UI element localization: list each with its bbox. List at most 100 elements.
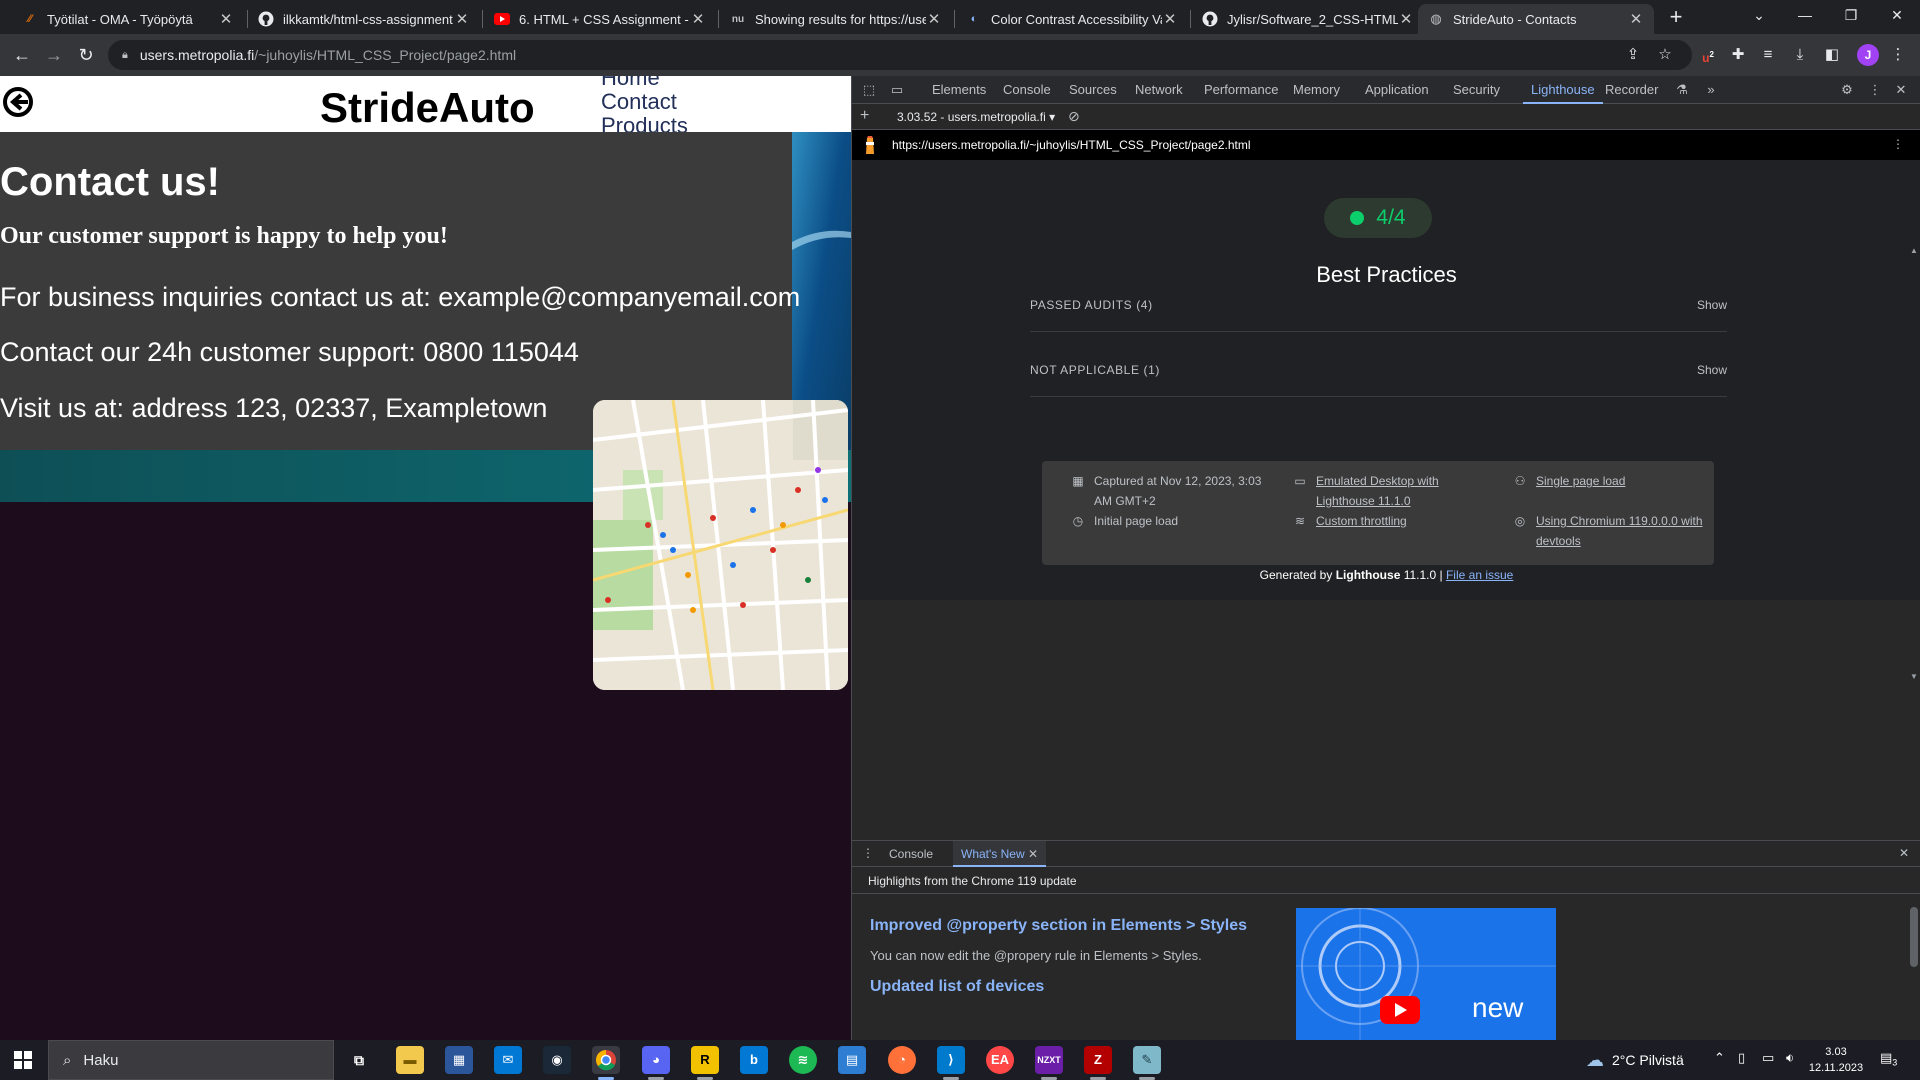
passed-audits-group[interactable]: PASSED AUDITS (4) Show — [1030, 280, 1727, 332]
devtools-tab-security[interactable]: Security — [1453, 76, 1500, 104]
close-tab-icon[interactable]: ✕ — [1162, 10, 1178, 28]
devtools-tab-lighthouse[interactable]: Lighthouse — [1523, 76, 1603, 104]
devtools-tab-performance[interactable]: Performance — [1204, 76, 1278, 104]
devtools-settings-icon[interactable]: ⚙ — [1838, 81, 1856, 99]
tab-validator[interactable]: nu Showing results for https://user ✕ — [720, 4, 952, 34]
brand-logo-icon[interactable] — [2, 86, 34, 118]
close-tab-icon[interactable]: ✕ — [218, 10, 234, 28]
inspect-element-icon[interactable]: ⬚ — [860, 81, 878, 99]
virtual-desktop-icon[interactable]: ▤ — [838, 1046, 866, 1074]
drawer-close-icon[interactable]: ✕ — [1899, 846, 1909, 860]
close-window-button[interactable]: ✕ — [1874, 0, 1920, 34]
discord-icon[interactable]: ◕ — [642, 1046, 670, 1074]
filezilla-icon[interactable]: Z — [1084, 1046, 1112, 1074]
devtools-tab-elements[interactable]: Elements — [932, 76, 986, 104]
clear-reports-icon[interactable]: ⊘ — [1068, 108, 1080, 125]
more-tabs-icon[interactable]: » — [1702, 81, 1720, 99]
task-view-icon[interactable]: ⧉ — [345, 1046, 373, 1074]
firefox-icon[interactable]: ◔ — [888, 1046, 916, 1074]
steam-icon[interactable]: ◉ — [543, 1046, 571, 1074]
devtools-tab-recorder[interactable]: Recorder — [1605, 76, 1658, 104]
drawer-scrollbar[interactable] — [1907, 867, 1920, 1041]
tray-usb-icon[interactable]: ▯ — [1738, 1050, 1745, 1066]
minimize-button[interactable]: — — [1782, 0, 1828, 34]
report-scrollbar[interactable]: ▲ ▼ — [1907, 244, 1920, 684]
not-applicable-show-button[interactable]: Show — [1697, 363, 1727, 377]
report-url[interactable]: https://users.metropolia.fi/~juhoylis/HT… — [892, 138, 1251, 152]
close-tab-icon[interactable]: ✕ — [1628, 10, 1644, 28]
share-icon[interactable]: ⇪ — [1622, 44, 1644, 66]
whats-new-item-title[interactable]: Updated list of devices — [870, 978, 1044, 996]
devtools-tab-application[interactable]: Application — [1365, 76, 1429, 104]
nav-contact-link[interactable]: Contact — [601, 90, 688, 114]
tab-contrast[interactable]: ◐ Color Contrast Accessibility Vali ✕ — [956, 4, 1188, 34]
meta-emulated-link[interactable]: Emulated Desktop with Lighthouse 11.1.0 — [1316, 471, 1439, 511]
chrome-app-icon[interactable] — [592, 1046, 620, 1074]
mail-icon[interactable]: ✉ — [494, 1046, 522, 1074]
bing-icon[interactable]: b — [740, 1046, 768, 1074]
tab-oma[interactable]: ⁄⁄ Työtilat - OMA - Työpöytä ✕ — [12, 4, 244, 34]
bookmark-star-icon[interactable]: ☆ — [1654, 44, 1676, 66]
lock-icon[interactable]: 🔒︎ — [122, 49, 128, 62]
close-whats-new-icon[interactable]: ✕ — [1028, 847, 1038, 861]
address-bar[interactable]: 🔒︎ users.metropolia.fi/~juhoylis/HTML_CS… — [108, 40, 1692, 70]
drawer-menu-icon[interactable]: ⋮ — [862, 846, 874, 860]
drawer-tab-console[interactable]: Console — [889, 847, 933, 861]
tab-search-icon[interactable]: ⌄ — [1736, 0, 1782, 34]
download-icon[interactable]: ⤓ — [1789, 44, 1811, 66]
not-applicable-group[interactable]: NOT APPLICABLE (1) Show — [1030, 345, 1727, 397]
close-tab-icon[interactable]: ✕ — [1398, 10, 1414, 28]
devtools-tab-memory[interactable]: Memory — [1293, 76, 1340, 104]
forward-button[interactable]: → — [40, 42, 68, 68]
scroll-down-arrow-icon[interactable]: ▼ — [1910, 672, 1918, 681]
back-button[interactable]: ← — [8, 42, 36, 68]
microsoft-store-icon[interactable]: ▦ — [445, 1046, 473, 1074]
chrome-menu-icon[interactable]: ⋮ — [1887, 44, 1909, 66]
taskbar-search[interactable]: ⌕ Haku — [48, 1040, 334, 1080]
whats-new-video-thumbnail[interactable]: new — [1296, 908, 1556, 1041]
windows-start-icon[interactable] — [14, 1051, 32, 1074]
taskbar-clock[interactable]: 3.03 12.11.2023 — [1806, 1044, 1866, 1076]
device-toolbar-icon[interactable]: ▭ — [888, 81, 906, 99]
devtools-tab-network[interactable]: Network — [1135, 76, 1183, 104]
close-tab-icon[interactable]: ✕ — [690, 10, 706, 28]
site-brand-name[interactable]: StrideAuto — [320, 84, 535, 132]
file-issue-link[interactable]: File an issue — [1446, 568, 1513, 582]
nav-home-link[interactable]: Home — [601, 76, 688, 90]
meta-single-load-link[interactable]: Single page load — [1536, 471, 1625, 491]
tab-github-assignment[interactable]: ilkkamtk/html-css-assignment ✕ — [248, 4, 480, 34]
ea-app-icon[interactable]: EA — [986, 1046, 1014, 1074]
drawer-tab-whats-new[interactable]: What's New ✕ — [953, 841, 1047, 867]
devtools-menu-icon[interactable]: ⋮ — [1866, 81, 1884, 99]
tab-github-jylisr[interactable]: Jylisr/Software_2_CSS-HTML ✕ — [1192, 4, 1424, 34]
reload-button[interactable]: ↻ — [72, 42, 100, 68]
ublock-icon[interactable]: u2 — [1697, 44, 1719, 66]
weather-widget[interactable]: ☁ 2°C Pilvistä — [1586, 1040, 1684, 1080]
notepad-icon[interactable]: ✎ — [1133, 1046, 1161, 1074]
restore-button[interactable]: ❐ — [1828, 0, 1874, 34]
drawer-scroll-thumb[interactable] — [1910, 907, 1918, 967]
tab-youtube[interactable]: 6. HTML + CSS Assignment - Yo ✕ — [484, 4, 716, 34]
notifications-icon[interactable]: ▤3 — [1880, 1050, 1897, 1068]
nzxt-cam-icon[interactable]: NZXT — [1035, 1046, 1063, 1074]
close-tab-icon[interactable]: ✕ — [454, 10, 470, 28]
new-report-icon[interactable]: + — [860, 107, 869, 125]
network-icon[interactable]: ▭ — [1762, 1050, 1774, 1066]
meta-throttling-link[interactable]: Custom throttling — [1316, 511, 1407, 531]
devtools-tab-console[interactable]: Console — [1003, 76, 1051, 104]
close-tab-icon[interactable]: ✕ — [926, 10, 942, 28]
file-explorer-icon[interactable]: ▬ — [396, 1046, 424, 1074]
extensions-icon[interactable]: ✚ — [1727, 44, 1749, 66]
report-menu-icon[interactable]: ⋮ — [1892, 137, 1904, 151]
volume-icon[interactable]: 🔉︎ — [1786, 1050, 1794, 1066]
nav-products-link[interactable]: Products — [601, 114, 688, 133]
passed-audits-show-button[interactable]: Show — [1697, 298, 1727, 312]
tab-strideauto[interactable]: ◍ StrideAuto - Contacts ✕ — [1418, 4, 1654, 34]
new-tab-button[interactable]: + — [1662, 4, 1690, 32]
whats-new-item-title[interactable]: Improved @property section in Elements >… — [870, 917, 1247, 935]
spotify-icon[interactable]: ≋ — [789, 1046, 817, 1074]
devtools-tab-sources[interactable]: Sources — [1069, 76, 1117, 104]
vscode-icon[interactable]: ⟩ — [937, 1046, 965, 1074]
location-map[interactable] — [593, 400, 848, 690]
meta-chromium-link[interactable]: Using Chromium 119.0.0.0 with devtools — [1536, 511, 1703, 551]
